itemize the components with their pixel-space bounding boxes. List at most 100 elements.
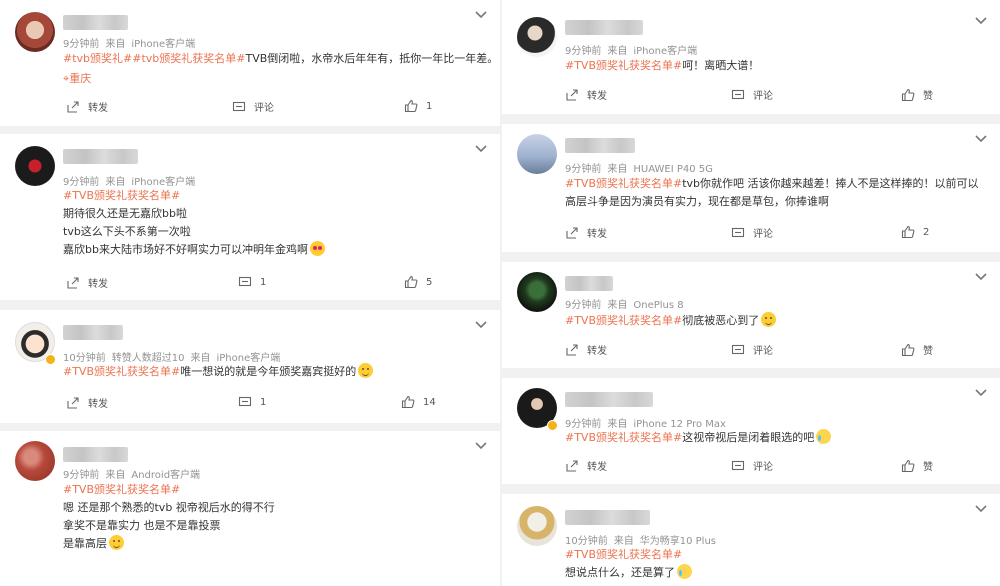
like-button[interactable]: 5 xyxy=(404,275,432,289)
repost-button[interactable]: 转发 xyxy=(565,87,607,102)
comment-button[interactable]: 1 xyxy=(238,275,266,289)
username-blurred[interactable] xyxy=(63,447,128,462)
like-label: 赞 xyxy=(923,91,933,102)
username-blurred[interactable] xyxy=(63,149,138,164)
repost-button[interactable]: 转发 xyxy=(565,458,607,473)
repost-button[interactable]: 转发 xyxy=(565,225,607,240)
avatar[interactable] xyxy=(517,506,557,546)
username-blurred[interactable] xyxy=(63,15,128,30)
repost-label: 转发 xyxy=(587,346,607,357)
thumbs-up-icon xyxy=(901,343,915,356)
like-count: 1 xyxy=(426,100,433,112)
repost-icon xyxy=(67,396,79,409)
repost-label: 转发 xyxy=(88,279,108,290)
comment-button[interactable]: 评论 xyxy=(731,342,773,357)
chevron-down-icon[interactable] xyxy=(974,130,988,143)
comment-count: 1 xyxy=(260,396,267,408)
hashtag-link[interactable]: #tvb颁奖礼##tvb颁奖礼获奖名单# xyxy=(63,52,245,65)
via-label: 来自 xyxy=(607,164,628,175)
post-meta: 9分钟前 来自 iPhone 12 Pro Max xyxy=(565,415,732,430)
location-link[interactable]: ⌖重庆 xyxy=(63,70,91,86)
chevron-down-icon[interactable] xyxy=(474,437,488,450)
comment-button[interactable]: 评论 xyxy=(731,458,773,473)
avatar[interactable] xyxy=(15,12,55,52)
comment-button[interactable]: 1 xyxy=(238,395,266,409)
comment-card: 9分钟前 来自 HUAWEI P40 5G #TVB颁奖礼获奖名单#tvb你就作吧 … xyxy=(502,124,1000,252)
chevron-down-icon[interactable] xyxy=(474,6,488,19)
action-bar: 转发 评论 1 xyxy=(0,99,500,117)
hashtag-link[interactable]: #TVB颁奖礼获奖名单# xyxy=(63,187,488,205)
avatar[interactable] xyxy=(517,272,557,312)
like-button[interactable]: 赞 xyxy=(901,458,933,473)
hashtag-link[interactable]: #TVB颁奖礼获奖名单# xyxy=(565,546,988,564)
avatar[interactable] xyxy=(517,134,557,174)
comment-button[interactable]: 评论 xyxy=(731,225,773,240)
comment-card: 9分钟前 来自 iPhone客户端 #TVB颁奖礼获奖名单# 期待很久还是无嘉欣bb… xyxy=(0,134,500,300)
action-bar: 转发 1 5 xyxy=(0,275,500,293)
comment-count: 1 xyxy=(260,276,267,288)
thumbs-up-icon xyxy=(404,99,418,113)
post-text: 这视帝视后是闭着眼选的吧 xyxy=(682,431,815,444)
post-body: #TVB颁奖礼获奖名单#这视帝视后是闭着眼选的吧 xyxy=(565,429,988,447)
post-text: 想说点什么，还是算了 xyxy=(565,566,675,579)
comment-button[interactable]: 评论 xyxy=(731,87,773,102)
comment-card: 10分钟前 转赞人数超过10 来自 iPhone客户端 #TVB颁奖礼获奖名单#唯一想… xyxy=(0,310,500,423)
post-body: #TVB颁奖礼获奖名单#唯一想说的就是今年颁奖嘉宾挺好的 xyxy=(63,363,488,381)
hashtag-link[interactable]: #TVB颁奖礼获奖名单# xyxy=(565,177,682,190)
repost-button[interactable]: 转发 xyxy=(66,395,108,410)
comment-icon xyxy=(731,227,745,237)
like-button[interactable]: 赞 xyxy=(901,342,933,357)
comment-card: 10分钟前 来自 华为畅享10 Plus #TVB颁奖礼获奖名单# 想说点什么，还是… xyxy=(502,494,1000,586)
username-blurred[interactable] xyxy=(565,276,613,291)
avatar[interactable] xyxy=(15,441,55,481)
username-blurred[interactable] xyxy=(565,138,635,153)
repost-button[interactable]: 转发 xyxy=(565,342,607,357)
username-blurred[interactable] xyxy=(565,392,653,407)
cry-emoji-icon xyxy=(677,564,692,579)
comment-icon xyxy=(731,344,745,354)
post-meta: 9分钟前 来自 OnePlus 8 xyxy=(565,296,690,311)
thumbs-up-icon xyxy=(901,459,915,472)
post-body: #TVB颁奖礼获奖名单# 期待很久还是无嘉欣bb啦 tvb这么下头不系第一次啦 … xyxy=(63,187,488,259)
smile-emoji-icon xyxy=(109,535,124,550)
chevron-down-icon[interactable] xyxy=(974,500,988,513)
comment-label: 评论 xyxy=(753,462,773,473)
hashtag-link[interactable]: #TVB颁奖礼获奖名单# xyxy=(565,59,682,72)
like-label: 赞 xyxy=(923,462,933,473)
username-blurred[interactable] xyxy=(63,325,123,340)
repost-label: 转发 xyxy=(587,229,607,240)
like-count: 5 xyxy=(426,276,433,288)
username-blurred[interactable] xyxy=(565,510,650,525)
chevron-down-icon[interactable] xyxy=(474,316,488,329)
username-blurred[interactable] xyxy=(565,20,643,35)
post-text: 嘉欣bb来大陆市场好不好啊实力可以冲明年金鸡啊 xyxy=(63,243,308,256)
hashtag-link[interactable]: #TVB颁奖礼获奖名单# xyxy=(63,481,488,499)
post-device: OnePlus 8 xyxy=(633,300,684,311)
post-text: 彻底被恶心到了 xyxy=(682,314,760,327)
action-bar: 转发 评论 2 xyxy=(502,225,1000,243)
post-device: HUAWEI P40 5G xyxy=(633,164,713,175)
comment-icon xyxy=(731,460,745,470)
like-button[interactable]: 2 xyxy=(901,225,929,239)
post-text: 期待很久还是无嘉欣bb啦 xyxy=(63,207,187,220)
repost-label: 转发 xyxy=(587,91,607,102)
like-button[interactable]: 1 xyxy=(404,99,432,113)
like-button[interactable]: 赞 xyxy=(901,87,933,102)
avatar[interactable] xyxy=(15,146,55,186)
chevron-down-icon[interactable] xyxy=(474,140,488,153)
thumbs-up-icon xyxy=(404,275,418,289)
chevron-down-icon[interactable] xyxy=(974,384,988,397)
chevron-down-icon[interactable] xyxy=(974,12,988,25)
avatar[interactable] xyxy=(517,17,557,57)
action-bar: 转发 评论 赞 xyxy=(502,342,1000,360)
hashtag-link[interactable]: #TVB颁奖礼获奖名单# xyxy=(565,314,682,327)
hashtag-link[interactable]: #TVB颁奖礼获奖名单# xyxy=(565,431,682,444)
via-label: 来自 xyxy=(607,300,628,311)
chevron-down-icon[interactable] xyxy=(974,268,988,281)
repost-button[interactable]: 转发 xyxy=(66,99,108,114)
post-time: 9分钟前 xyxy=(565,300,602,311)
like-button[interactable]: 14 xyxy=(401,395,436,409)
repost-button[interactable]: 转发 xyxy=(66,275,108,290)
hashtag-link[interactable]: #TVB颁奖礼获奖名单# xyxy=(63,365,180,378)
comment-button[interactable]: 评论 xyxy=(232,99,274,114)
